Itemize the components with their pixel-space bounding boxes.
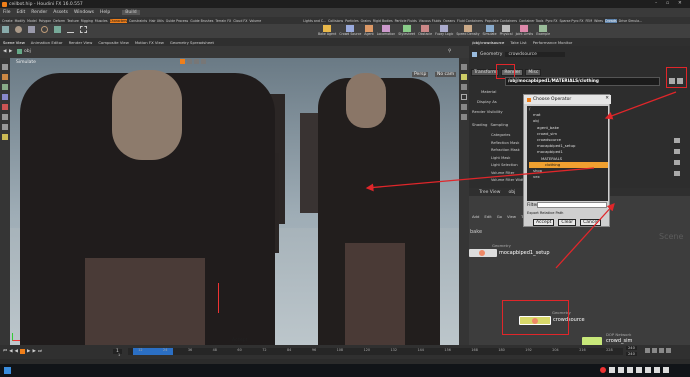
go-end-icon[interactable]: ⏭ bbox=[38, 348, 42, 354]
playback-controls: ⏮ ◀ ◀ ▶ ▶ ⏭ bbox=[3, 348, 42, 354]
key-icon[interactable] bbox=[645, 348, 650, 353]
arrow-to-chooser bbox=[604, 91, 677, 120]
tray-app-icon[interactable] bbox=[645, 367, 651, 373]
timeline: ⏮ ◀ ◀ ▶ ▶ ⏭ 1 12 24 36 48 60 72 84 96 108 120 132 1… bbox=[0, 345, 690, 359]
realtime-icon[interactable] bbox=[652, 348, 657, 353]
step-back-icon[interactable]: ◀ bbox=[9, 349, 12, 354]
tray-app-icon[interactable] bbox=[663, 367, 669, 373]
tray-app-icon[interactable] bbox=[636, 367, 642, 373]
taskbar bbox=[0, 364, 690, 377]
annotation-arrows bbox=[365, 91, 677, 269]
play-icon[interactable]: ▶ bbox=[27, 349, 30, 354]
start-frame-field[interactable]: 1 bbox=[118, 353, 120, 357]
play-back-icon[interactable]: ◀ bbox=[15, 349, 18, 354]
end-frame-field[interactable]: 240 bbox=[626, 346, 637, 350]
timeline-ticks: 12 24 36 48 60 72 84 96 108 120 132 144 156 168 180 192… bbox=[138, 348, 613, 352]
timeline-right-icons bbox=[645, 348, 671, 353]
tray-app-icon[interactable] bbox=[618, 367, 624, 373]
arrow-to-viewport bbox=[365, 167, 595, 192]
timeline-bar[interactable]: 12 24 36 48 60 72 84 96 108 120 132 144 156 168 180 192… bbox=[128, 348, 623, 355]
tray-app-icon[interactable] bbox=[654, 367, 660, 373]
tray-app-icon[interactable] bbox=[627, 367, 633, 373]
start-icon[interactable] bbox=[4, 367, 11, 374]
go-start-icon[interactable]: ⏮ bbox=[3, 348, 7, 354]
step-forward-icon[interactable]: ▶ bbox=[32, 349, 35, 354]
tray-app-icon[interactable] bbox=[609, 367, 615, 373]
end-frame-field-2[interactable]: 240 bbox=[626, 352, 637, 356]
arrow-from-node bbox=[555, 203, 615, 269]
tray-app-icon[interactable] bbox=[600, 367, 606, 373]
settings-icon[interactable] bbox=[666, 348, 671, 353]
tray-icons bbox=[600, 367, 669, 373]
audio-icon[interactable] bbox=[659, 348, 664, 353]
stop-icon[interactable] bbox=[20, 348, 25, 354]
